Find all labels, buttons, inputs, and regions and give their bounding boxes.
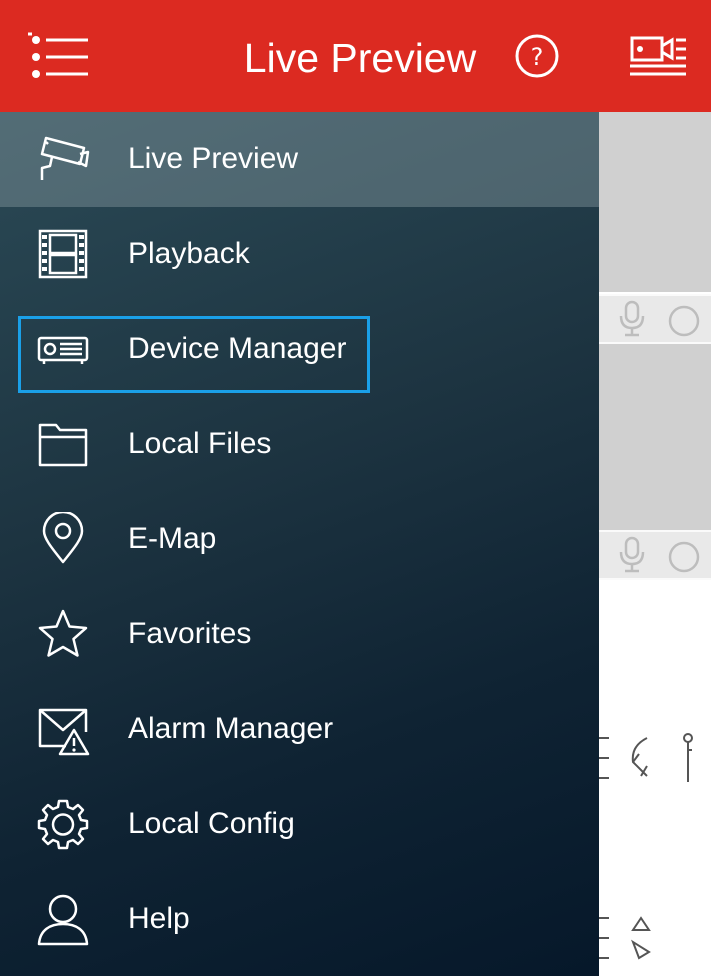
film-strip-icon xyxy=(38,229,88,279)
microphone-icon xyxy=(619,536,645,573)
microphone-icon xyxy=(619,300,645,337)
hamburger-menu-icon xyxy=(28,32,88,78)
nav-item-label: Local Files xyxy=(128,427,272,460)
ptz-lines-icon xyxy=(599,917,609,959)
nav-item-favorites[interactable]: Favorites xyxy=(0,587,599,682)
user-icon xyxy=(37,894,89,946)
help-circle-icon: ? xyxy=(515,34,559,78)
nav-item-alarm-manager[interactable]: Alarm Manager xyxy=(0,682,599,777)
nav-item-device-manager[interactable]: Device Manager xyxy=(0,302,599,397)
nav-item-label: Local Config xyxy=(128,807,295,840)
dvr-device-icon xyxy=(37,336,89,364)
cctv-camera-icon xyxy=(40,136,90,180)
menu-button[interactable] xyxy=(26,32,92,82)
nav-item-label: Live Preview xyxy=(128,142,299,175)
pane-toolbar xyxy=(599,294,711,344)
nav-item-label: Favorites xyxy=(128,617,252,650)
video-pane[interactable] xyxy=(599,344,711,530)
folder-icon xyxy=(38,423,88,467)
top-bar: Live Preview ? xyxy=(0,0,711,112)
svg-text:?: ? xyxy=(531,43,544,71)
nav-item-local-files[interactable]: Local Files xyxy=(0,397,599,492)
help-button[interactable]: ? xyxy=(514,33,560,79)
nav-item-e-map[interactable]: E-Map xyxy=(0,492,599,587)
live-view-background xyxy=(599,112,711,976)
nav-item-local-config[interactable]: Local Config xyxy=(0,777,599,872)
page-title: Live Preview xyxy=(243,35,477,81)
nav-item-label: Alarm Manager xyxy=(128,712,334,745)
nav-item-label: Playback xyxy=(128,237,250,270)
iris-icon xyxy=(631,916,651,960)
antenna-icon xyxy=(683,733,693,782)
map-pin-icon xyxy=(42,512,84,564)
record-button[interactable] xyxy=(626,34,688,78)
circle-icon xyxy=(668,305,700,337)
record-list-icon xyxy=(630,36,686,76)
gear-icon xyxy=(37,799,89,850)
pane-toolbar xyxy=(599,530,711,580)
nav-item-live-preview[interactable]: Live Preview xyxy=(0,112,599,207)
video-pane[interactable] xyxy=(599,112,711,292)
circle-icon xyxy=(668,541,700,573)
nav-item-label: Device Manager xyxy=(128,332,347,365)
iris-icon xyxy=(631,737,648,777)
ptz-lines-icon xyxy=(599,737,609,779)
nav-item-label: Help xyxy=(128,902,190,935)
navigation-drawer: Live Preview Playback Device Manager Loc… xyxy=(0,112,599,976)
star-icon xyxy=(38,609,88,657)
nav-item-help[interactable]: Help xyxy=(0,872,599,967)
nav-item-label: E-Map xyxy=(128,522,217,555)
nav-item-playback[interactable]: Playback xyxy=(0,207,599,302)
alarm-mail-icon xyxy=(38,708,90,756)
